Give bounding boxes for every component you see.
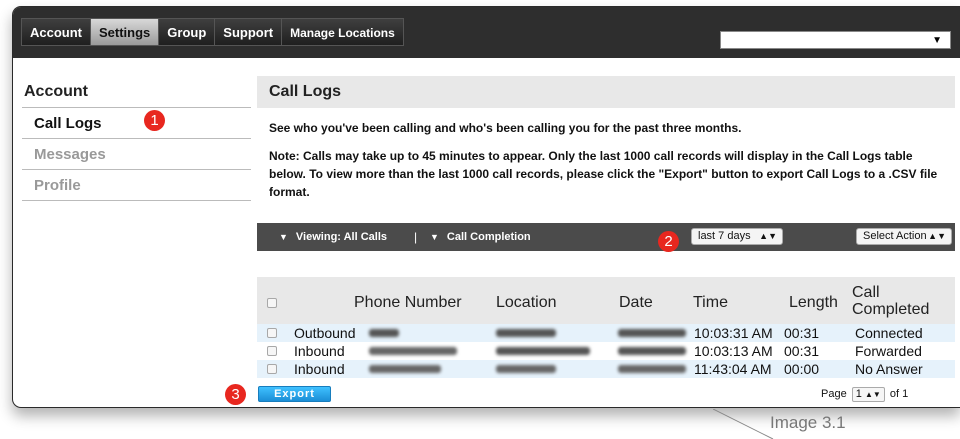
sidebar-item-profile[interactable]: Profile: [22, 170, 251, 201]
row-checkbox[interactable]: [267, 346, 277, 356]
redacted-phone: [369, 347, 457, 355]
sidebar-item-call-logs[interactable]: Call Logs: [22, 108, 251, 139]
sidebar-item-label: Messages: [34, 146, 106, 163]
date-range-value: last 7 days: [698, 230, 751, 242]
redacted-phone: [369, 329, 399, 337]
call-time: 11:43:04 AM: [694, 361, 772, 377]
table-row[interactable]: Inbound 11:43:04 AM 00:00 No Answer: [257, 360, 955, 378]
row-checkbox[interactable]: [267, 364, 277, 374]
tab-manage-locations[interactable]: Manage Locations: [282, 18, 404, 46]
callout-badge-1: 1: [144, 110, 165, 131]
redacted-location: [496, 365, 556, 373]
caret-down-icon: ▼: [279, 232, 288, 242]
redacted-location: [496, 329, 556, 337]
redacted-phone: [369, 365, 441, 373]
tab-account[interactable]: Account: [21, 18, 91, 46]
viewing-filter[interactable]: ▼ Viewing: All Calls: [279, 223, 387, 251]
page-select[interactable]: 1 ▲▼: [851, 387, 885, 402]
page-select-value: 1: [855, 388, 862, 400]
main-content: Call Logs See who you've been calling an…: [257, 76, 955, 378]
tab-settings[interactable]: Settings: [91, 18, 160, 46]
app-window: Account Settings Group Support Manage Lo…: [12, 6, 960, 408]
call-completed-status: Connected: [855, 325, 923, 341]
sidebar-item-label: Profile: [34, 177, 81, 194]
row-checkbox[interactable]: [267, 328, 277, 338]
call-length: 00:00: [784, 361, 820, 377]
column-header-length: Length: [789, 294, 838, 311]
page-title: Call Logs: [257, 76, 955, 108]
callout-badge-2: 2: [658, 231, 679, 252]
column-header-call-completed: Call Completed: [852, 284, 930, 318]
page-total: of 1: [889, 388, 909, 400]
page-note: Note: Calls may take up to 45 minutes to…: [269, 149, 938, 199]
nav-tabs: Account Settings Group Support Manage Lo…: [21, 18, 404, 46]
column-header-time: Time: [693, 294, 728, 311]
viewing-filter-label: Viewing: All Calls: [295, 231, 387, 243]
sidebar-item-messages[interactable]: Messages: [22, 139, 251, 170]
table-row[interactable]: Inbound 10:03:13 AM 00:31 Forwarded: [257, 342, 955, 360]
page-description: See who you've been calling and who's be…: [269, 121, 742, 135]
select-all-checkbox[interactable]: [267, 298, 277, 308]
up-down-arrows-icon: ▲▼: [759, 231, 777, 241]
table-row[interactable]: Outbound 10:03:31 AM 00:31 Connected: [257, 324, 955, 342]
select-action-value: Select Action: [863, 230, 927, 242]
call-log-toolbar: ▼ Viewing: All Calls | ▼ Call Completion l…: [257, 223, 955, 251]
call-direction: Inbound: [294, 343, 345, 359]
call-direction: Outbound: [294, 325, 356, 341]
page-label: Page: [821, 388, 847, 400]
column-header-date: Date: [619, 294, 653, 311]
call-direction: Inbound: [294, 361, 345, 377]
redacted-location: [496, 347, 590, 355]
call-completion-label: Call Completion: [446, 231, 531, 243]
redacted-date: [618, 365, 686, 373]
toolbar-separator: |: [414, 230, 418, 244]
call-completion-filter[interactable]: ▼ Call Completion: [430, 223, 531, 251]
redacted-date: [618, 347, 686, 355]
up-down-arrows-icon: ▲▼: [864, 390, 881, 399]
column-header-location: Location: [496, 294, 557, 311]
call-completed-status: No Answer: [855, 361, 923, 377]
sidebar-item-label: Call Logs: [34, 115, 102, 132]
sidebar-heading: Account: [22, 76, 251, 108]
tab-support[interactable]: Support: [215, 18, 283, 46]
select-action-dropdown[interactable]: Select Action ▲▼: [856, 228, 952, 245]
call-time: 10:03:13 AM: [694, 343, 773, 359]
up-down-arrows-icon: ▲▼: [928, 231, 946, 241]
caret-down-icon: ▼: [430, 232, 439, 242]
call-time: 10:03:31 AM: [694, 325, 773, 341]
table-header: Phone Number Location Date Time Length C…: [257, 277, 955, 324]
call-length: 00:31: [784, 343, 820, 359]
tab-group[interactable]: Group: [159, 18, 216, 46]
image-caption: Image 3.1: [770, 413, 846, 432]
date-range-select[interactable]: last 7 days ▲▼: [691, 228, 783, 245]
export-button[interactable]: Export: [258, 386, 331, 402]
call-length: 00:31: [784, 325, 820, 341]
call-completed-status: Forwarded: [855, 343, 922, 359]
table-footer: 3 Export Page 1 ▲▼ of 1: [13, 383, 960, 407]
column-header-phone: Phone Number: [354, 294, 462, 311]
top-nav-bar: Account Settings Group Support Manage Lo…: [13, 7, 960, 58]
sidebar: Account Call Logs Messages Profile: [22, 76, 251, 201]
call-log-table: Phone Number Location Date Time Length C…: [257, 277, 955, 378]
pagination: Page 1 ▲▼ of 1: [821, 386, 908, 402]
callout-badge-3: 3: [225, 384, 246, 405]
caret-down-icon: ▼: [932, 35, 942, 46]
redacted-date: [618, 329, 686, 337]
location-select[interactable]: ▼: [720, 31, 951, 49]
